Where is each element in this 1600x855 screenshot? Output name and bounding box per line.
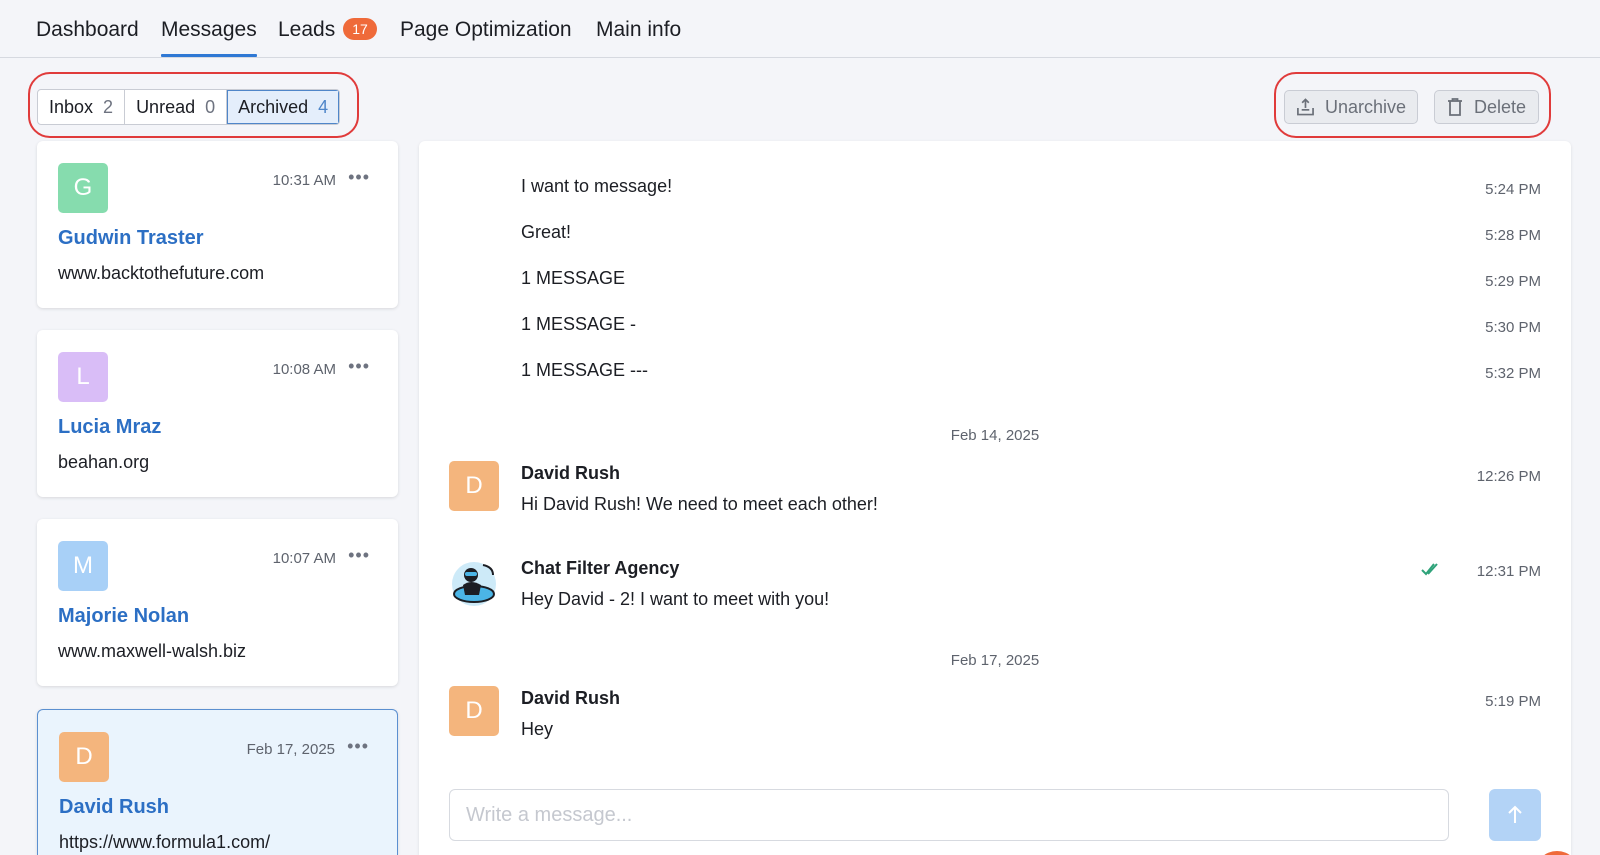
send-button[interactable] (1489, 789, 1541, 841)
avatar: D (59, 732, 109, 782)
conversation-site: beahan.org (58, 452, 150, 472)
message-time: 5:19 PM (1485, 693, 1541, 710)
avatar: L (58, 352, 108, 402)
avatar: D (449, 686, 499, 736)
message-time: 12:26 PM (1476, 468, 1541, 485)
message-time: 5:29 PM (1485, 273, 1541, 290)
more-options-icon[interactable]: ••• (348, 356, 370, 377)
filter-inbox-count: 2 (103, 96, 114, 117)
conversation-site: https://www.formula1.com/ (59, 832, 271, 852)
conversation-name: Majorie Nolan (58, 605, 190, 627)
agency-avatar-icon (452, 562, 496, 606)
double-check-icon (1421, 563, 1438, 576)
message-time: 5:30 PM (1485, 319, 1541, 336)
filter-unread-label: Unread (136, 96, 196, 117)
tab-leads-label: Leads (278, 18, 336, 41)
message-input[interactable] (449, 789, 1449, 841)
filter-inbox-label: Inbox (49, 96, 94, 117)
conversation-site: www.backtothefuture.com (58, 263, 265, 283)
unarchive-icon (1297, 98, 1314, 116)
message-text: 1 MESSAGE --- (521, 360, 649, 380)
avatar: D (449, 461, 499, 511)
conversation-site: www.maxwell-walsh.biz (58, 641, 247, 661)
conversation-card[interactable]: G 10:31 AM ••• Gudwin Traster www.backto… (37, 141, 398, 308)
message-text: 1 MESSAGE - (521, 314, 637, 334)
message-sender: David Rush (521, 463, 621, 483)
top-nav: Dashboard Messages Leads 17 Page Optimiza… (0, 0, 1600, 58)
message-text: Hi David Rush! We need to meet each othe… (521, 494, 878, 514)
message-text: Great! (521, 222, 572, 242)
filter-inbox[interactable]: Inbox 2 (38, 90, 126, 124)
message-filter-group: Inbox 2 Unread 0 Archived 4 (37, 89, 341, 125)
unarchive-label: Unarchive (1324, 96, 1406, 117)
tab-dashboard[interactable]: Dashboard (36, 18, 139, 42)
message-text: 1 MESSAGE (521, 268, 626, 288)
avatar: M (58, 541, 108, 591)
conversation-time: Feb 17, 2025 (246, 741, 335, 758)
message-time: 5:32 PM (1485, 365, 1541, 382)
tab-messages[interactable]: Messages (161, 18, 257, 57)
conversation-time: 10:08 AM (272, 361, 336, 378)
chat-panel: I want to message! 5:24 PM Great! 5:28 P… (419, 141, 1571, 855)
avatar: G (58, 163, 108, 213)
conversation-time: 10:31 AM (272, 172, 336, 189)
arrow-up-icon (1508, 805, 1522, 823)
leads-count-badge: 17 (343, 18, 377, 40)
date-separator: Feb 17, 2025 (950, 652, 1040, 669)
conversation-card[interactable]: M 10:07 AM ••• Majorie Nolan www.maxwell… (37, 519, 398, 686)
filter-archived-label: Archived (238, 96, 309, 117)
message-text: Hey David - 2! I want to meet with you! (521, 589, 830, 609)
message-sender: David Rush (521, 688, 621, 708)
conversation-name: Gudwin Traster (58, 227, 204, 249)
conversation-card-selected[interactable]: D Feb 17, 2025 ••• David Rush https://ww… (37, 709, 398, 855)
more-options-icon[interactable]: ••• (348, 545, 370, 566)
date-separator: Feb 14, 2025 (950, 427, 1040, 444)
tab-main-info[interactable]: Main info (596, 18, 681, 42)
more-options-icon[interactable]: ••• (348, 167, 370, 188)
message-text: I want to message! (521, 176, 673, 196)
message-sender: Chat Filter Agency (521, 558, 680, 578)
delete-button[interactable]: Delete (1434, 90, 1539, 124)
filter-unread-count: 0 (205, 96, 216, 117)
trash-icon (1448, 98, 1462, 116)
conversation-name: David Rush (59, 796, 170, 818)
conversation-name: Lucia Mraz (58, 416, 162, 438)
conversation-card[interactable]: L 10:08 AM ••• Lucia Mraz beahan.org (37, 330, 398, 497)
message-time: 5:28 PM (1485, 227, 1541, 244)
filter-unread[interactable]: Unread 0 (125, 90, 228, 124)
conversation-time: 10:07 AM (272, 550, 336, 567)
tab-page-optimization[interactable]: Page Optimization (400, 18, 572, 42)
unarchive-button[interactable]: Unarchive (1284, 90, 1418, 124)
message-time: 5:24 PM (1485, 181, 1541, 198)
filter-archived[interactable]: Archived 4 (227, 90, 340, 124)
tab-leads[interactable]: Leads 17 (278, 18, 377, 42)
more-options-icon[interactable]: ••• (347, 736, 369, 757)
delete-label: Delete (1474, 96, 1527, 117)
message-text: Hey (521, 719, 554, 739)
message-time: 12:31 PM (1476, 563, 1541, 580)
filter-archived-count: 4 (318, 96, 329, 117)
